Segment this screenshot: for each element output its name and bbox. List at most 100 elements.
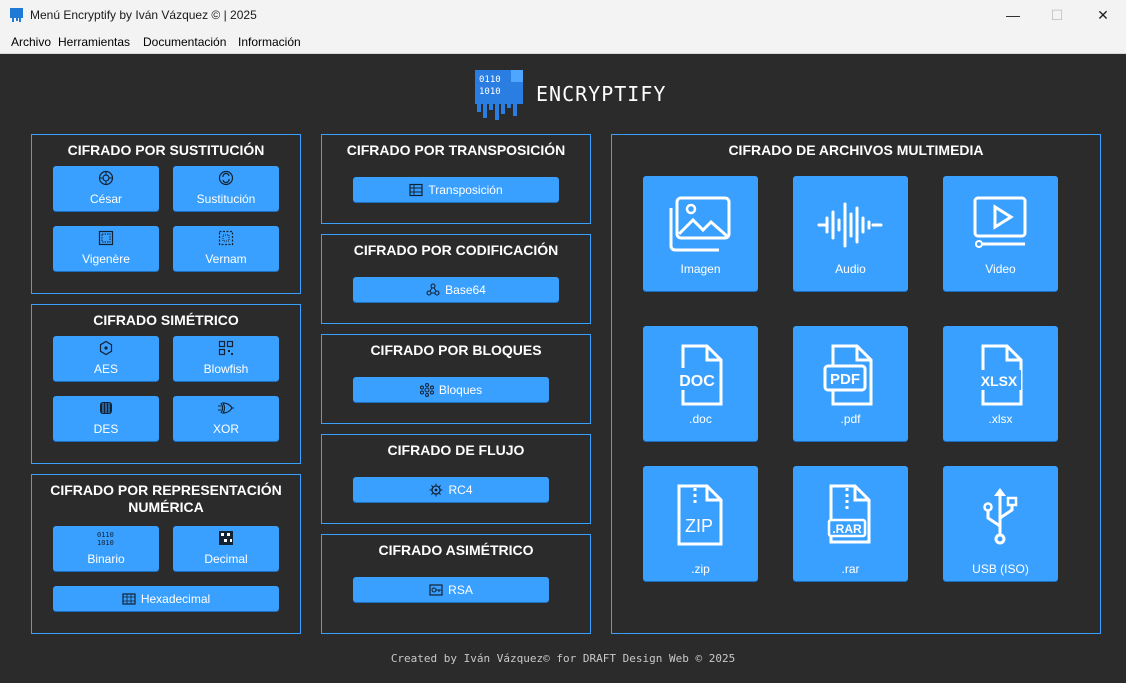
rar-file-icon: .RAR [827, 484, 871, 544]
doc-button[interactable]: DOC .doc [643, 326, 758, 441]
decimal-button[interactable]: Decimal [173, 526, 279, 571]
panel-numerica: CIFRADO POR REPRESENTACIÓN NUMÉRICA 0110… [31, 474, 301, 634]
audio-label: Audio [835, 262, 866, 276]
base64-button[interactable]: Base64 [353, 277, 559, 302]
sustitucion-label: Sustitución [196, 192, 256, 206]
panel-title-line1: CIFRADO POR REPRESENTACIÓN [50, 482, 282, 498]
app-icon [10, 8, 23, 22]
zip-label: .zip [691, 562, 710, 576]
blowfish-button[interactable]: Blowfish [173, 336, 279, 381]
panel-title: CIFRADO ASIMÉTRICO [378, 542, 534, 558]
maximize-button[interactable]: ☐ [1034, 0, 1080, 32]
transposicion-button[interactable]: Transposición [353, 177, 559, 202]
des-label: DES [93, 422, 119, 436]
panel-asimetrico: CIFRADO ASIMÉTRICO RSA [321, 534, 591, 634]
vernam-button[interactable]: Vernam [173, 226, 279, 271]
panel-flujo: CIFRADO DE FLUJO RC4 [321, 434, 591, 524]
usb-button[interactable]: USB (ISO) [943, 466, 1058, 581]
cesar-wheel-icon [53, 170, 159, 186]
xlsx-icon-text: XLSX [981, 373, 1018, 389]
panel-codificacion: CIFRADO POR CODIFICACIÓN Base64 [321, 234, 591, 324]
svg-text:0110: 0110 [479, 75, 501, 85]
hexadecimal-button[interactable]: Hexadecimal [53, 586, 279, 611]
dotted-square-icon [173, 230, 279, 246]
menu-documentacion[interactable]: Documentación [143, 35, 226, 49]
usb-label: USB (ISO) [972, 562, 1029, 576]
xlsx-button[interactable]: XLSX .xlsx [943, 326, 1058, 441]
vigenere-label: Vigenère [82, 252, 130, 266]
decimal-label: Decimal [204, 552, 248, 566]
vigenere-button[interactable]: Vigenère [53, 226, 159, 271]
rar-icon-text: .RAR [832, 522, 862, 536]
menu-informacion[interactable]: Información [238, 35, 301, 49]
close-button[interactable]: ✕ [1080, 0, 1126, 32]
image-icon [669, 196, 731, 252]
hierarchy-icon [426, 282, 440, 296]
footer-credits: Created by Iván Vázquez© for DRAFT Desig… [390, 652, 736, 665]
panel-title: CIFRADO SIMÉTRICO [93, 312, 239, 328]
panel-bloques: CIFRADO POR BLOQUES Bloques [321, 334, 591, 424]
pdf-file-icon: PDF [823, 344, 873, 406]
pdf-label: .pdf [840, 412, 861, 426]
bloques-button[interactable]: Bloques [353, 377, 549, 402]
panel-title: CIFRADO DE ARCHIVOS MULTIMEDIA [728, 142, 984, 158]
hexadecimal-label: Hexadecimal [140, 591, 211, 606]
menu-archivo[interactable]: Archivo [11, 35, 51, 49]
rar-button[interactable]: .RAR .rar [793, 466, 908, 581]
zip-button[interactable]: ZIP .zip [643, 466, 758, 581]
xor-label: XOR [212, 422, 239, 436]
window-title: Menú Encryptify by Iván Vázquez © | 2025 [30, 8, 257, 22]
rar-label: .rar [841, 562, 860, 576]
des-button[interactable]: DES [53, 396, 159, 441]
pdf-icon-text: PDF [830, 371, 860, 388]
gear-lock-icon [429, 483, 443, 496]
video-button[interactable]: Video [943, 176, 1058, 291]
hex-grid-icon [122, 592, 136, 605]
aes-label: AES [93, 362, 118, 376]
rsa-button[interactable]: RSA [353, 577, 549, 602]
audio-button[interactable]: Audio [793, 176, 908, 291]
zip-icon-text: ZIP [685, 516, 713, 536]
title-bar: Menú Encryptify by Iván Vázquez © | 2025… [0, 0, 1126, 32]
barcode-chip-icon [53, 400, 159, 416]
binario-button[interactable]: 0110 1010 Binario [53, 526, 159, 571]
binary-icon: 0110 1010 [53, 530, 159, 546]
cesar-button[interactable]: César [53, 166, 159, 211]
swap-circle-icon [173, 170, 279, 186]
panel-title: CIFRADO DE FLUJO [387, 442, 525, 458]
cesar-label: César [89, 192, 122, 206]
blowfish-label: Blowfish [203, 362, 249, 376]
qr-code-icon [173, 340, 279, 356]
doc-icon-text: DOC [679, 373, 715, 390]
encryptify-logo: 0110 1010 [475, 70, 523, 120]
svg-text:0110: 0110 [97, 531, 114, 539]
imagen-button[interactable]: Imagen [643, 176, 758, 291]
xlsx-label: .xlsx [988, 412, 1013, 426]
xlsx-file-icon: XLSX [977, 344, 1023, 406]
panel-title: CIFRADO POR SUSTITUCIÓN [67, 142, 265, 158]
cube-cluster-icon [419, 382, 434, 397]
sound-wave-icon [817, 202, 883, 248]
base64-label: Base64 [445, 282, 486, 297]
rc4-button[interactable]: RC4 [353, 477, 549, 502]
panel-title-line2: NUMÉRICA [128, 499, 204, 515]
sustitucion-button[interactable]: Sustitución [173, 166, 279, 211]
bloques-label: Bloques [438, 382, 483, 397]
doc-file-icon: DOC [677, 344, 723, 406]
pdf-button[interactable]: PDF .pdf [793, 326, 908, 441]
panel-transposicion: CIFRADO POR TRANSPOSICIÓN Transposición [321, 134, 591, 224]
panel-title: CIFRADO POR CODIFICACIÓN [353, 242, 559, 258]
doc-label: .doc [689, 412, 712, 426]
svg-text:1010: 1010 [97, 539, 114, 546]
panel-multimedia: CIFRADO DE ARCHIVOS MULTIMEDIA Imagen Au… [611, 134, 1101, 634]
panel-title: CIFRADO POR BLOQUES [370, 342, 542, 358]
aes-button[interactable]: AES [53, 336, 159, 381]
xor-gate-icon [173, 400, 279, 416]
menu-herramientas[interactable]: Herramientas [58, 35, 130, 49]
grid-table-icon [53, 230, 159, 246]
minimize-button[interactable]: — [990, 0, 1036, 32]
zip-file-icon: ZIP [677, 484, 723, 546]
usb-icon [983, 488, 1018, 545]
xor-button[interactable]: XOR [173, 396, 279, 441]
video-player-icon [973, 196, 1027, 248]
